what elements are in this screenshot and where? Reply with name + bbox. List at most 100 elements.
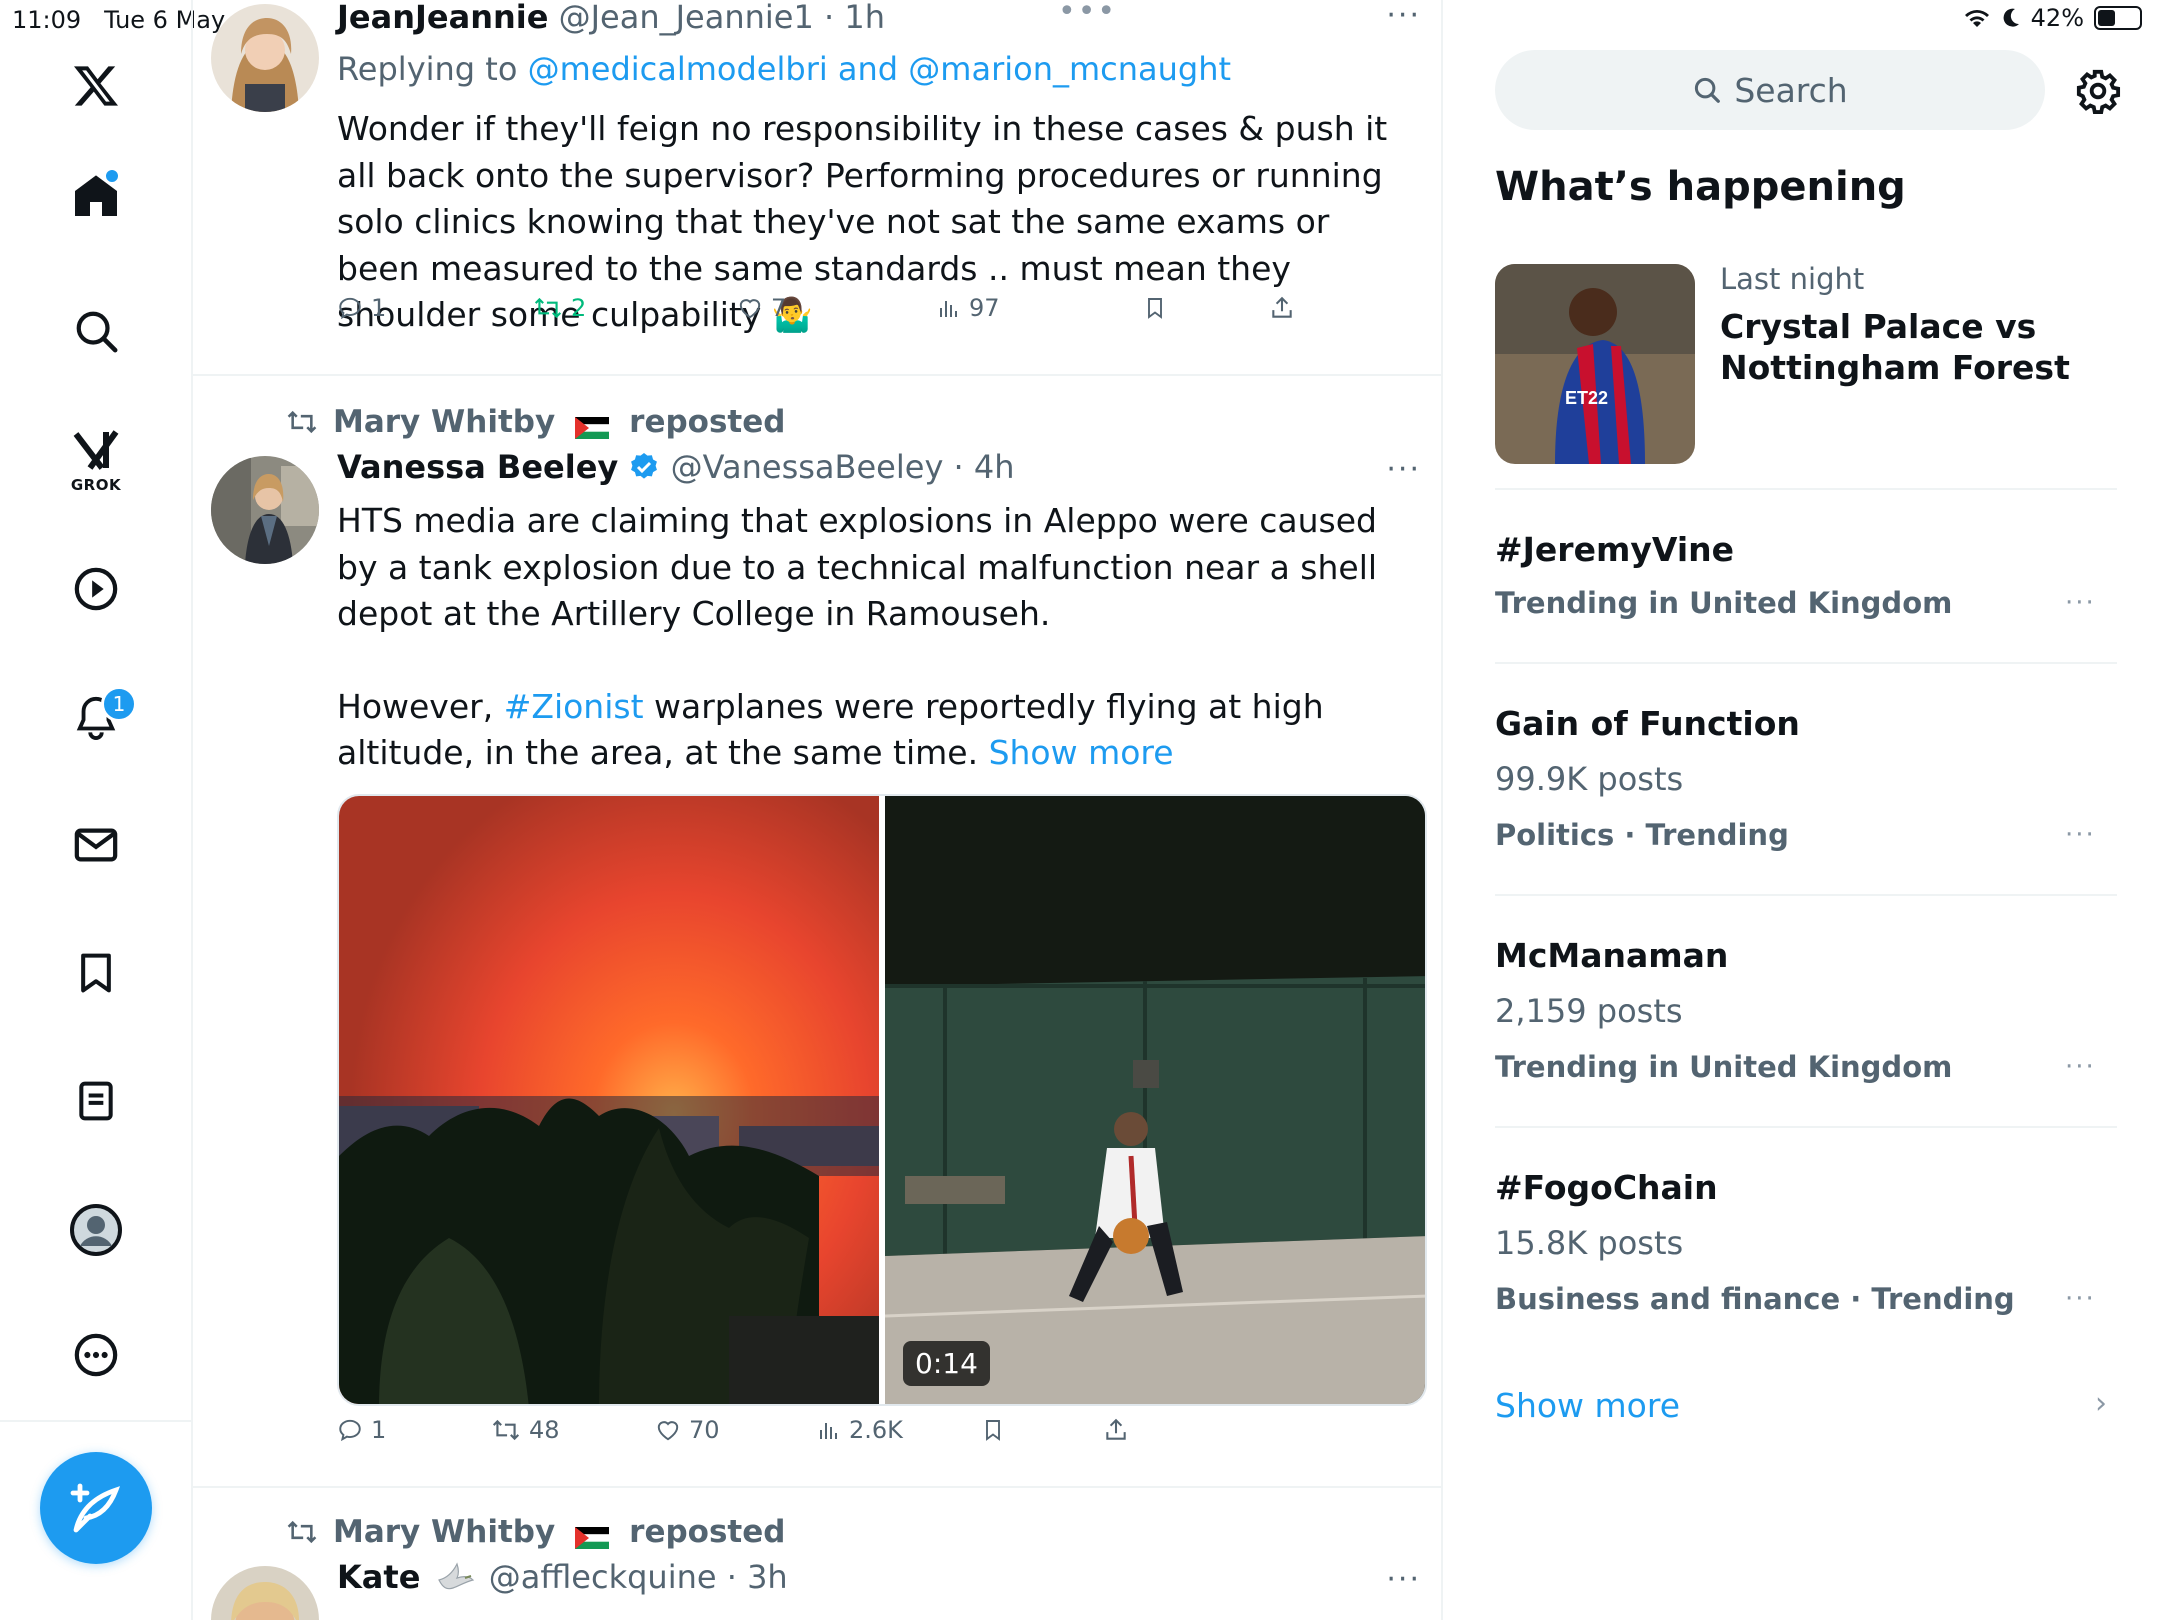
- tweet-header: Vanessa Beeley @VanessaBeeley · 4h: [337, 448, 1015, 486]
- author-name[interactable]: Kate: [337, 1558, 420, 1596]
- reposted-label: reposted: [629, 404, 786, 440]
- nav-lists[interactable]: [74, 1078, 118, 1124]
- avatar[interactable]: [211, 456, 319, 564]
- search-icon: [76, 311, 118, 353]
- like-button[interactable]: 70: [655, 1416, 720, 1444]
- reply-to-link[interactable]: @medicalmodelbri and @marion_mcnaught: [528, 50, 1231, 88]
- views-button[interactable]: 97: [937, 294, 1000, 322]
- trend-more-button[interactable]: ···: [2065, 588, 2096, 618]
- show-more-link[interactable]: Show more: [989, 733, 1174, 772]
- notifications-badge: 1: [101, 686, 137, 722]
- nav-more[interactable]: [73, 1332, 119, 1378]
- like-button[interactable]: 7: [737, 294, 786, 322]
- nav-bookmarks[interactable]: [74, 950, 118, 996]
- mail-icon: [74, 828, 118, 862]
- trend-lead-title[interactable]: Crystal Palace vs Nottingham Forest: [1720, 306, 2120, 388]
- show-more-trends-link[interactable]: Show more: [1495, 1386, 1680, 1425]
- repost-count: 48: [529, 1416, 560, 1444]
- repost-count: 2: [571, 294, 587, 322]
- repost-context: Mary Whitby reposted: [285, 404, 785, 440]
- divider: [1495, 1126, 2117, 1128]
- divider: [1495, 662, 2117, 664]
- trend-meta: Trending in United Kingdom: [1495, 1050, 1953, 1084]
- trend-lead-meta: Last night: [1720, 262, 1865, 296]
- tweet-text: Wonder if they'll feign no responsibilit…: [337, 109, 1388, 334]
- nav-messages[interactable]: [73, 822, 119, 868]
- views-button[interactable]: 2.6K: [817, 1416, 903, 1444]
- trend-lead-image: ET22: [1495, 264, 1695, 464]
- media-photo-explosion[interactable]: [339, 796, 879, 1404]
- nav-notifications[interactable]: 1: [73, 686, 137, 740]
- tweet-media[interactable]: 0:14: [337, 794, 1427, 1406]
- tweet-time[interactable]: 3h: [747, 1558, 788, 1596]
- repost-button[interactable]: 48: [491, 1416, 560, 1444]
- trend-more-button[interactable]: ···: [2065, 1284, 2096, 1314]
- reposted-by-name[interactable]: Mary Whitby: [333, 404, 555, 440]
- repost-icon: [287, 410, 317, 434]
- trend-title[interactable]: Gain of Function: [1495, 704, 1800, 743]
- avatar[interactable]: [211, 1566, 319, 1620]
- nav-home[interactable]: [72, 168, 120, 220]
- trend-title[interactable]: #JeremyVine: [1495, 530, 1734, 569]
- video-icon: [74, 567, 118, 611]
- reply-button[interactable]: 1: [337, 294, 386, 322]
- video-duration: 0:14: [903, 1341, 990, 1386]
- search-input[interactable]: Search: [1495, 50, 2045, 130]
- nav-video[interactable]: [73, 566, 119, 612]
- list-icon: [79, 1081, 113, 1121]
- repost-icon: [287, 1520, 317, 1544]
- trend-title[interactable]: #FogoChain: [1495, 1168, 1718, 1207]
- share-button[interactable]: [1269, 295, 1295, 321]
- palestine-flag-icon: [575, 1521, 610, 1549]
- reply-button[interactable]: 1: [337, 1416, 386, 1444]
- left-nav: GROK 1: [0, 0, 193, 1620]
- reposted-by-name[interactable]: Mary Whitby: [333, 1514, 555, 1550]
- tweet-more-button[interactable]: ···: [1386, 1562, 1421, 1597]
- compose-button[interactable]: [40, 1452, 152, 1564]
- trend-meta: Politics · Trending: [1495, 818, 1789, 852]
- author-handle[interactable]: @affleckquine: [489, 1558, 717, 1596]
- settings-button[interactable]: [2075, 68, 2121, 118]
- hashtag-link[interactable]: #Zionist: [504, 687, 644, 726]
- whats-happening-title: What’s happening: [1495, 164, 1906, 210]
- reply-count: 1: [371, 294, 387, 322]
- author-handle[interactable]: @Jean_Jeannie1: [559, 0, 814, 36]
- divider: [1495, 488, 2117, 490]
- nav-grok[interactable]: GROK: [70, 428, 122, 494]
- nav-profile[interactable]: [70, 1204, 122, 1256]
- nav-explore[interactable]: [73, 308, 119, 354]
- tweet-header: Kate @affleckquine · 3h: [337, 1558, 788, 1596]
- x-logo-icon[interactable]: [71, 62, 121, 110]
- tweet-divider: [193, 374, 1443, 376]
- views-count: 97: [969, 294, 1000, 322]
- chevron-right-icon[interactable]: ›: [2095, 1386, 2107, 1421]
- repost-button[interactable]: 2: [533, 294, 586, 322]
- dove-icon: [437, 1562, 474, 1590]
- trend-more-button[interactable]: ···: [2065, 1052, 2096, 1082]
- tweet-more-button[interactable]: ···: [1386, 0, 1421, 33]
- trend-title[interactable]: McManaman: [1495, 936, 1728, 975]
- trend-more-button[interactable]: ···: [2065, 820, 2096, 850]
- like-count: 70: [689, 1416, 720, 1444]
- tweet-more-button[interactable]: ···: [1386, 452, 1421, 487]
- author-name[interactable]: JeanJeannie: [337, 0, 548, 36]
- tweet-time[interactable]: 4h: [974, 448, 1015, 486]
- bookmark-button[interactable]: [1143, 295, 1167, 321]
- media-video[interactable]: 0:14: [885, 796, 1425, 1404]
- avatar[interactable]: [211, 4, 319, 112]
- views-icon: [940, 301, 957, 317]
- share-icon: [1272, 296, 1292, 318]
- author-handle[interactable]: @VanessaBeeley: [671, 448, 944, 486]
- bookmark-button[interactable]: [981, 1417, 1005, 1443]
- tweet-paragraph-2: However, #Zionist warplanes were reporte…: [337, 684, 1407, 777]
- search-icon: [1695, 77, 1721, 103]
- like-icon: [657, 1421, 679, 1441]
- author-name[interactable]: Vanessa Beeley: [337, 448, 618, 486]
- tweet-time[interactable]: 1h: [844, 0, 885, 36]
- trend-meta: Trending in United Kingdom: [1495, 586, 1953, 620]
- share-button[interactable]: [1103, 1417, 1129, 1443]
- search-placeholder: Search: [1734, 70, 1848, 110]
- right-sidebar: Search What’s happening ET22 Last night …: [1445, 0, 2160, 1620]
- timeline: JeanJeannie @Jean_Jeannie1 · 1h ••• ··· …: [193, 0, 1443, 1620]
- verified-badge-icon: [631, 453, 658, 479]
